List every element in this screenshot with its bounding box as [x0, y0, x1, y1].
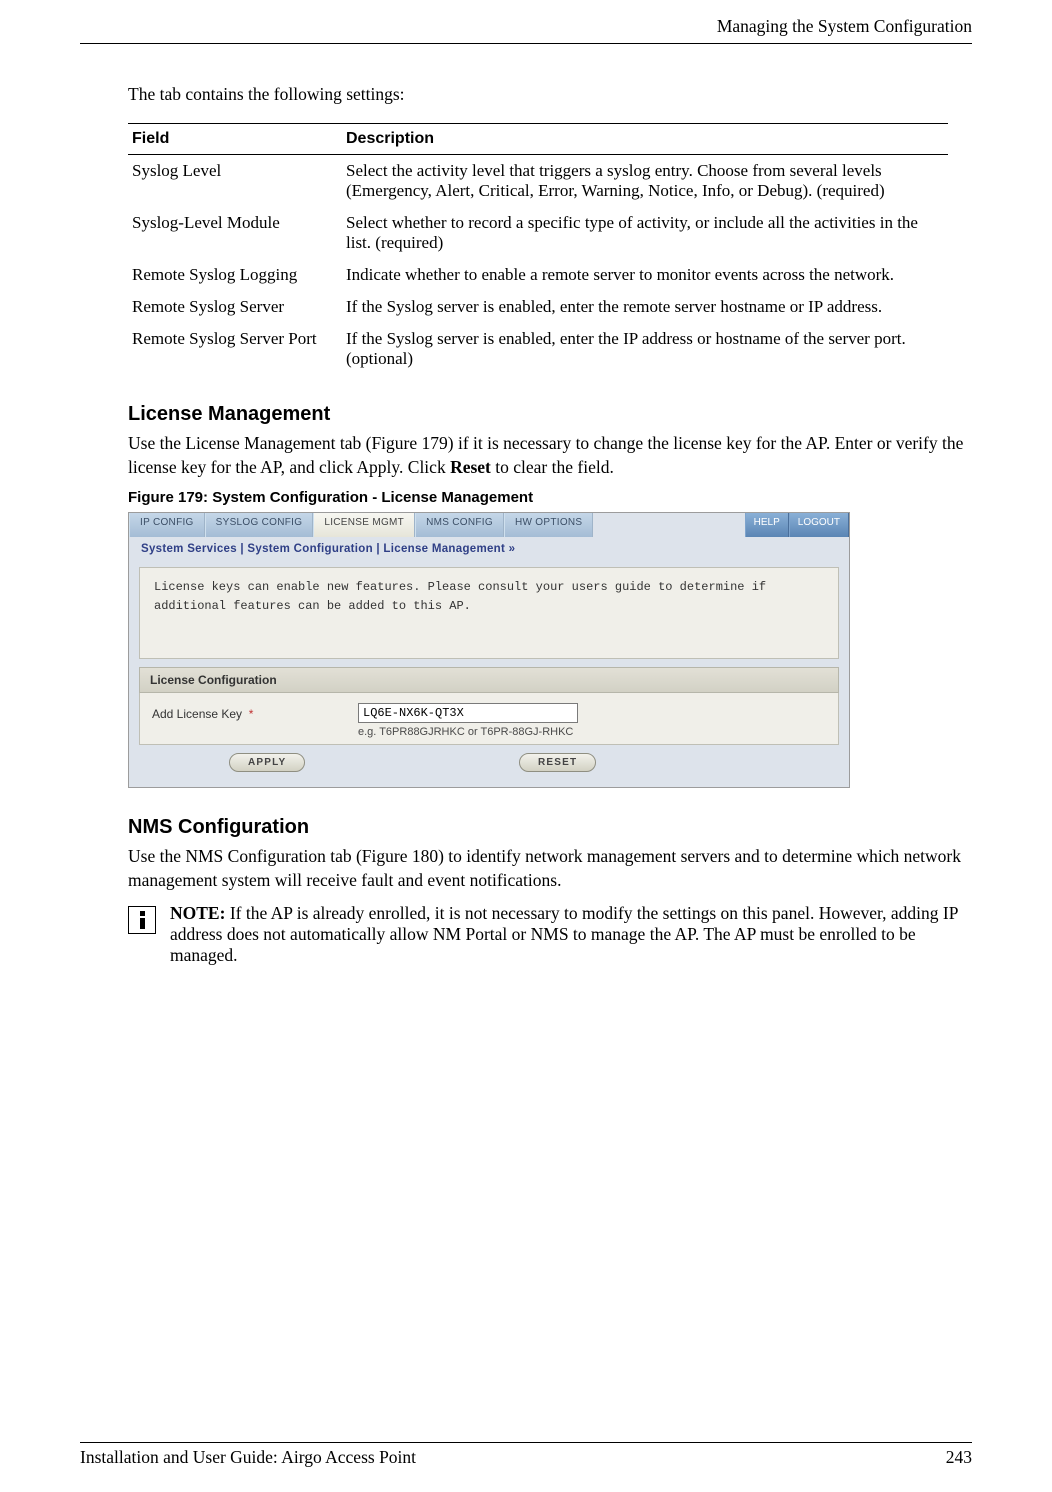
table-row: Remote Syslog Logging Indicate whether t…: [128, 259, 948, 291]
settings-table: Field Description Syslog Level Select th…: [128, 123, 948, 375]
page-footer: Installation and User Guide: Airgo Acces…: [80, 1442, 972, 1468]
th-description: Description: [342, 124, 948, 155]
footer-page-number: 243: [946, 1447, 972, 1468]
tab-ip-config[interactable]: IP CONFIG: [129, 513, 205, 537]
running-header: Managing the System Configuration: [80, 16, 972, 43]
license-para-reset: Reset: [450, 457, 491, 477]
license-key-input[interactable]: [358, 703, 578, 723]
table-row: Syslog Level Select the activity level t…: [128, 155, 948, 208]
section-heading-nms: NMS Configuration: [128, 816, 972, 839]
tab-hw-options[interactable]: HW OPTIONS: [504, 513, 593, 537]
cell-field: Remote Syslog Logging: [128, 259, 342, 291]
footer-rule: [80, 1442, 972, 1443]
cell-desc: Select whether to record a specific type…: [342, 207, 948, 259]
info-icon: [128, 906, 156, 934]
license-paragraph: Use the License Management tab (Figure 1…: [128, 432, 972, 479]
license-key-hint: e.g. T6PR88GJRHKC or T6PR-88GJ-RHKC: [358, 726, 578, 738]
note-label: NOTE:: [170, 903, 230, 923]
license-config-body: Add License Key * e.g. T6PR88GJRHKC or T…: [139, 693, 839, 745]
cell-desc: Select the activity level that triggers …: [342, 155, 948, 208]
header-rule: [80, 43, 972, 44]
note-body: If the AP is already enrolled, it is not…: [170, 903, 958, 965]
cell-field: Syslog Level: [128, 155, 342, 208]
nms-paragraph: Use the NMS Configuration tab (Figure 18…: [128, 845, 972, 892]
table-row: Syslog-Level Module Select whether to re…: [128, 207, 948, 259]
th-field: Field: [128, 124, 342, 155]
table-row: Remote Syslog Server Port If the Syslog …: [128, 323, 948, 375]
tab-nms-config[interactable]: NMS CONFIG: [415, 513, 504, 537]
figure-caption: Figure 179: System Configuration - Licen…: [128, 489, 972, 506]
cell-field: Syslog-Level Module: [128, 207, 342, 259]
add-license-key-label: Add License Key *: [152, 703, 352, 721]
breadcrumb: System Services | System Configuration |…: [129, 537, 849, 567]
tab-bar: IP CONFIG SYSLOG CONFIG LICENSE MGMT NMS…: [129, 513, 849, 537]
field-label-text: Add License Key: [152, 707, 242, 721]
section-heading-license: License Management: [128, 403, 972, 426]
note-text: NOTE: If the AP is already enrolled, it …: [170, 903, 972, 966]
figure-screenshot: IP CONFIG SYSLOG CONFIG LICENSE MGMT NMS…: [128, 512, 850, 788]
button-bar: APPLY RESET: [139, 751, 839, 781]
table-row: Remote Syslog Server If the Syslog serve…: [128, 291, 948, 323]
help-button[interactable]: HELP: [745, 513, 789, 537]
description-panel: License keys can enable new features. Pl…: [139, 567, 839, 659]
cell-desc: If the Syslog server is enabled, enter t…: [342, 323, 948, 375]
tab-syslog-config[interactable]: SYSLOG CONFIG: [205, 513, 314, 537]
cell-field: Remote Syslog Server: [128, 291, 342, 323]
reset-button[interactable]: RESET: [519, 753, 596, 772]
cell-desc: Indicate whether to enable a remote serv…: [342, 259, 948, 291]
tab-license-mgmt[interactable]: LICENSE MGMT: [313, 513, 415, 537]
cell-field: Remote Syslog Server Port: [128, 323, 342, 375]
license-para-after: to clear the field.: [491, 457, 614, 477]
footer-doc-title: Installation and User Guide: Airgo Acces…: [80, 1447, 416, 1468]
license-config-header: License Configuration: [139, 667, 839, 693]
required-asterisk: *: [249, 707, 254, 721]
intro-text: The tab contains the following settings:: [128, 84, 972, 105]
apply-button[interactable]: APPLY: [229, 753, 305, 772]
logout-button[interactable]: LOGOUT: [789, 513, 849, 537]
cell-desc: If the Syslog server is enabled, enter t…: [342, 291, 948, 323]
note-block: NOTE: If the AP is already enrolled, it …: [128, 903, 972, 966]
